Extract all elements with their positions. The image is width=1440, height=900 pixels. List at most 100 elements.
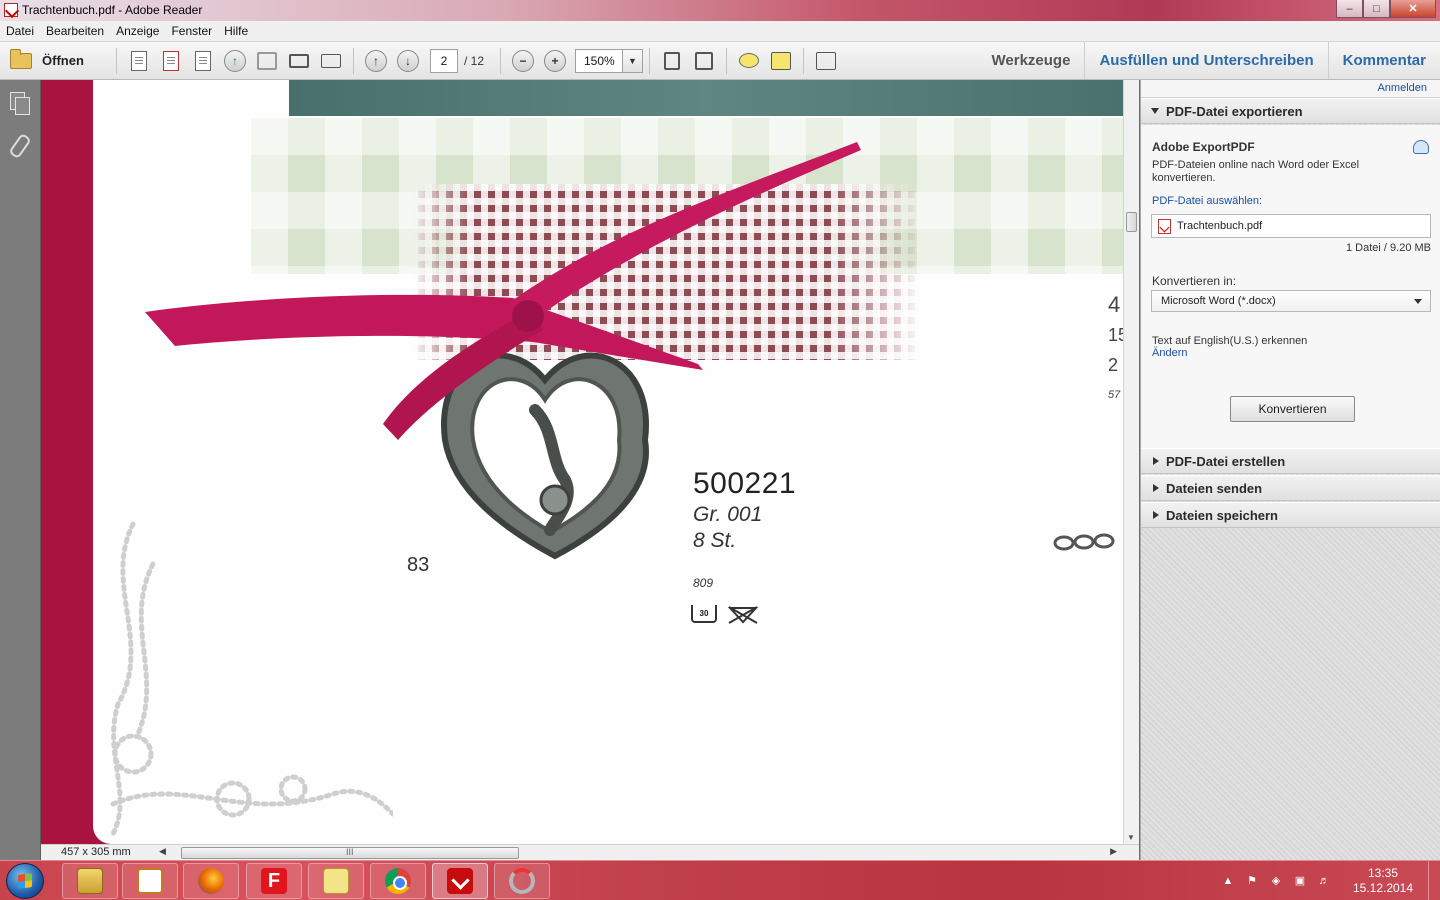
tab-tools[interactable]: Werkzeuge — [978, 42, 1085, 79]
ocr-change-link[interactable]: Ändern — [1152, 347, 1187, 359]
expanded-triangle-icon — [1151, 108, 1159, 114]
wash-30-icon: 30 — [691, 605, 717, 623]
scroll-right-icon[interactable]: ▶ — [1110, 846, 1117, 857]
care-symbols: 30 — [691, 605, 759, 625]
pdf-file-icon — [1158, 218, 1171, 234]
open-button[interactable]: Öffnen — [10, 48, 110, 69]
taskbar-f-app[interactable]: F — [246, 863, 302, 899]
toolbar-separator — [726, 47, 727, 74]
minimize-button[interactable]: – — [1336, 0, 1363, 18]
taskbar-app-spinner[interactable] — [494, 863, 550, 899]
page-thumbnails-icon[interactable] — [10, 92, 30, 115]
chevron-down-icon — [1414, 299, 1422, 304]
edit-icon[interactable] — [191, 49, 215, 73]
zoom-dropdown-button[interactable]: ▼ — [623, 48, 643, 73]
attachments-icon[interactable] — [10, 134, 30, 156]
section-create-pdf-header[interactable]: PDF-Datei erstellen — [1141, 448, 1440, 474]
menu-hilfe[interactable]: Hilfe — [224, 24, 248, 38]
clock-time: 13:35 — [1367, 866, 1399, 880]
start-button[interactable] — [6, 863, 44, 899]
tab-fill-sign[interactable]: Ausfüllen und Unterschreiben — [1084, 42, 1327, 79]
scroll-down-icon[interactable]: ▼ — [1127, 833, 1135, 842]
show-desktop-button[interactable] — [1428, 861, 1440, 900]
print-icon[interactable] — [287, 49, 311, 73]
taskbar-firefox[interactable] — [183, 863, 239, 899]
highlight-icon[interactable] — [769, 49, 793, 73]
toolbar: Öffnen ↑ ↑ ↓ 2 / 12 − + 150% ▼ Werkzeuge… — [0, 42, 1440, 80]
show-hidden-icons-icon[interactable]: ▲ — [1221, 874, 1235, 888]
navigation-pane — [0, 80, 41, 860]
toolbar-separator — [649, 47, 650, 74]
zoom-input[interactable]: 150% — [575, 48, 623, 73]
heart-pendant-image — [145, 142, 861, 560]
adobe-reader-icon — [447, 868, 473, 894]
tab-comment[interactable]: Kommentar — [1327, 42, 1440, 79]
taskbar-notes[interactable] — [308, 863, 364, 899]
login-link[interactable]: Anmelden — [1377, 82, 1427, 94]
horizontal-scroll-thumb[interactable]: III — [181, 847, 519, 859]
flag-icon[interactable]: ⚑ — [1245, 874, 1259, 888]
create-pdf-icon[interactable] — [127, 49, 151, 73]
selected-file-field[interactable]: Trachtenbuch.pdf — [1151, 214, 1431, 238]
maximize-button[interactable]: □ — [1363, 0, 1390, 18]
taskbar-media-player[interactable] — [122, 863, 178, 899]
upload-icon[interactable]: ↑ — [223, 49, 247, 73]
product-quantity: 8 St. — [693, 529, 737, 552]
f-app-icon: F — [261, 868, 287, 894]
volume-icon[interactable]: ♬ — [1317, 874, 1331, 888]
scroll-left-icon[interactable]: ◀ — [159, 846, 166, 857]
menu-datei[interactable]: Datei — [6, 24, 34, 38]
page-up-icon[interactable]: ↑ — [364, 49, 388, 73]
convert-to-label: Konvertieren in: — [1152, 274, 1237, 288]
network-icon[interactable]: ▣ — [1293, 874, 1307, 888]
next-product-edge-text: 4 15 2 57 — [1108, 292, 1124, 401]
document-view[interactable]: 4 15 2 57 500221 Gr. 001 8 St. 809 83 30 — [41, 80, 1139, 844]
section-export-header[interactable]: PDF-Datei exportieren — [1141, 98, 1440, 124]
ocr-language-text: Text auf English(U.S.) erkennen — [1152, 335, 1308, 347]
section-save-files-header[interactable]: Dateien speichern — [1141, 502, 1440, 528]
system-tray: ▲ ⚑ ◈ ▣ ♬ 13:35 15.12.2014 — [1216, 861, 1440, 900]
collapsed-triangle-icon — [1153, 484, 1159, 492]
security-icon[interactable]: ◈ — [1269, 874, 1283, 888]
task-pane-tabs: Werkzeuge Ausfüllen und Unterschreiben K… — [978, 42, 1440, 79]
clock[interactable]: 13:35 15.12.2014 — [1342, 866, 1424, 896]
email-icon[interactable] — [319, 49, 343, 73]
export-description: PDF-Dateien online nach Word oder Excel … — [1152, 159, 1360, 184]
folder-icon — [10, 48, 32, 69]
taskbar-chrome[interactable] — [370, 863, 426, 899]
choose-file-link[interactable]: PDF-Datei auswählen: — [1152, 195, 1262, 207]
save-icon[interactable] — [255, 49, 279, 73]
page-dimensions: 457 x 305 mm — [61, 846, 131, 858]
pdf-page: 4 15 2 57 500221 Gr. 001 8 St. 809 83 30 — [93, 80, 1124, 844]
menu-anzeige[interactable]: Anzeige — [116, 24, 159, 38]
catalog-page-number: 83 — [407, 554, 430, 576]
section-export-title: PDF-Datei exportieren — [1166, 104, 1303, 119]
vertical-scroll-thumb[interactable] — [1126, 212, 1137, 232]
section-send-files-header[interactable]: Dateien senden — [1141, 475, 1440, 501]
vertical-scrollbar[interactable]: ▼ — [1123, 80, 1139, 844]
status-bar: 457 x 305 mm ◀ III ▶ — [41, 844, 1139, 860]
page-number-input[interactable]: 2 — [430, 48, 458, 73]
page-down-icon[interactable]: ↓ — [396, 49, 420, 73]
combine-icon[interactable] — [159, 49, 183, 73]
format-select[interactable]: Microsoft Word (*.docx) — [1151, 290, 1431, 312]
taskbar-adobe-reader[interactable] — [432, 863, 488, 899]
cloud-service-icon[interactable] — [1413, 140, 1429, 154]
export-section-body: Adobe ExportPDF PDF-Dateien online nach … — [1141, 125, 1440, 449]
taskbar-explorer[interactable] — [62, 863, 118, 899]
zoom-out-icon[interactable]: − — [511, 49, 535, 73]
menu-bar: Datei Bearbeiten Anzeige Fenster Hilfe — [0, 21, 1440, 42]
convert-button[interactable]: Konvertieren — [1230, 396, 1355, 422]
scroll-grip: III — [346, 847, 354, 857]
fit-width-icon[interactable] — [692, 49, 716, 73]
page-total: / 12 — [464, 53, 485, 68]
comment-icon[interactable] — [737, 49, 761, 73]
menu-bearbeiten[interactable]: Bearbeiten — [46, 24, 104, 38]
product-size: Gr. 001 — [693, 503, 763, 526]
fullscreen-icon[interactable] — [814, 49, 838, 73]
close-button[interactable]: ✕ — [1390, 0, 1436, 18]
section-create-pdf-title: PDF-Datei erstellen — [1166, 454, 1286, 469]
fit-page-icon[interactable] — [660, 49, 684, 73]
menu-fenster[interactable]: Fenster — [171, 24, 212, 38]
zoom-in-icon[interactable]: + — [543, 49, 567, 73]
